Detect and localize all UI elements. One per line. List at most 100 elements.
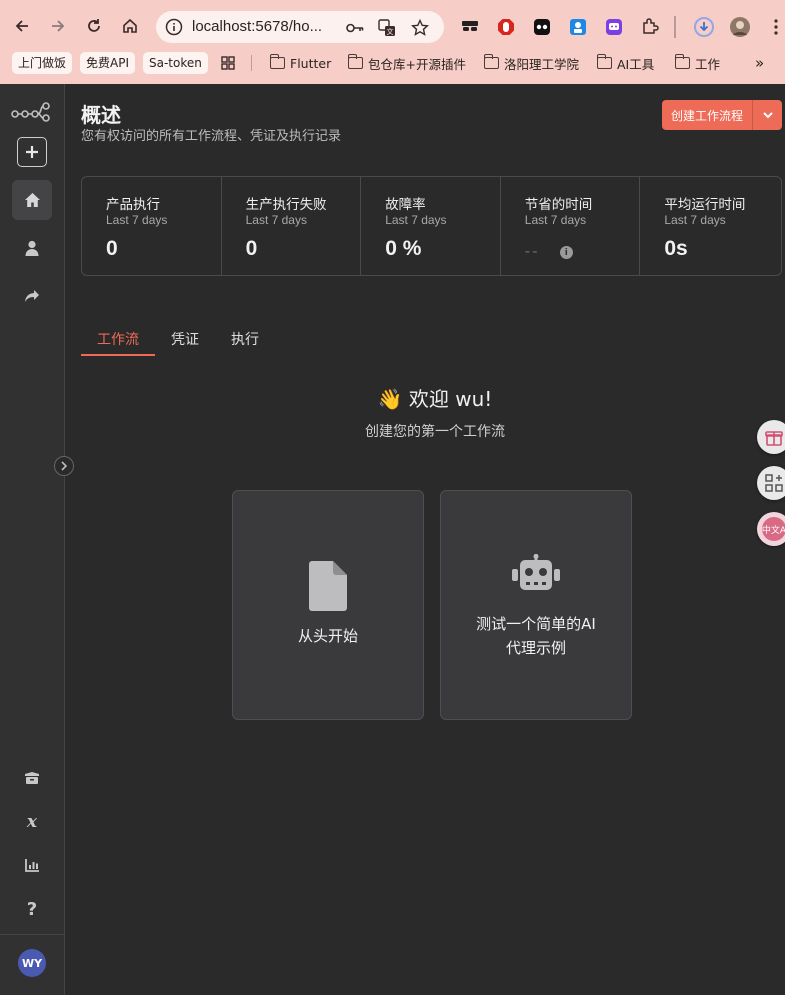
- tab-credentials[interactable]: 凭证: [171, 330, 199, 356]
- address-bar[interactable]: localhost:5678/ho... 文: [156, 11, 444, 43]
- info-icon[interactable]: i: [559, 246, 573, 259]
- svg-text:中文A: 中文A: [762, 524, 785, 536]
- bookmark-item[interactable]: Sa-token: [143, 52, 208, 74]
- sidebar-item-personal[interactable]: [12, 228, 52, 268]
- card-label-line: 代理示例: [505, 639, 566, 657]
- user-icon: [25, 240, 39, 256]
- stat-label: 平均运行时间: [664, 197, 746, 213]
- bookmarks-bar: 上门做饭 免费API Sa-token Flutter 包仓库+开源插件 洛阳理…: [0, 50, 785, 76]
- user-avatar[interactable]: WY: [18, 949, 46, 977]
- page-subtitle: 您有权访问的所有工作流程、凭证及执行记录: [81, 129, 342, 144]
- tab-workflows[interactable]: 工作流: [97, 330, 139, 356]
- stat-value: 0: [106, 237, 118, 260]
- app-sidebar: 𝒙 ? WY: [0, 84, 65, 995]
- gift-icon: [765, 431, 783, 446]
- stat-card[interactable]: 平均运行时间 Last 7 days 0s: [640, 177, 781, 275]
- bookmark-folder[interactable]: 包仓库+开源插件: [347, 52, 466, 74]
- variables-icon[interactable]: 𝒙: [12, 802, 52, 842]
- folder-icon: [596, 54, 612, 69]
- reload-icon[interactable]: [80, 12, 108, 40]
- page-title: 概述: [81, 103, 121, 127]
- stat-period: Last 7 days: [385, 213, 447, 227]
- stat-card[interactable]: 故障率 Last 7 days 0 %: [361, 177, 501, 275]
- forward-icon[interactable]: [44, 12, 72, 40]
- ai-agent-example-card[interactable]: 测试一个简单的AI 代理示例: [440, 490, 632, 720]
- bookmark-folder-label: Flutter: [290, 55, 332, 71]
- folder-icon: [483, 54, 499, 69]
- more-bookmarks-icon[interactable]: »: [755, 52, 764, 74]
- browser-menu-icon[interactable]: [765, 16, 785, 38]
- profile-avatar[interactable]: [729, 16, 751, 38]
- bookmark-item[interactable]: 上门做饭: [12, 52, 73, 74]
- stat-card[interactable]: 生产执行失败 Last 7 days 0: [222, 177, 362, 275]
- card-label-line: 测试一个简单的AI: [476, 615, 596, 633]
- bookmarks-divider: [251, 55, 252, 71]
- chat-extension-icon[interactable]: [603, 16, 625, 38]
- tab-executions[interactable]: 执行: [231, 330, 259, 356]
- download-icon[interactable]: [693, 16, 715, 38]
- sidebar-item-shared[interactable]: [12, 276, 52, 316]
- home-icon[interactable]: [116, 12, 144, 40]
- incognito-extension-icon[interactable]: [459, 16, 481, 38]
- bookmark-folder[interactable]: AI工具: [596, 52, 655, 74]
- apps-grid-icon[interactable]: [221, 52, 235, 74]
- chevron-down-icon: [762, 111, 773, 118]
- translate-floating-button[interactable]: 中文A: [757, 512, 785, 546]
- site-info-icon[interactable]: [164, 17, 184, 37]
- n8n-logo-icon[interactable]: [10, 100, 52, 122]
- folder-icon: [347, 54, 363, 69]
- url-text[interactable]: localhost:5678/ho...: [192, 18, 322, 35]
- sidebar-item-insights[interactable]: [12, 845, 52, 885]
- svg-text:文: 文: [387, 27, 394, 36]
- file-icon: [309, 561, 347, 611]
- bookmark-folder[interactable]: Flutter: [269, 52, 332, 74]
- stat-period: Last 7 days: [664, 213, 726, 227]
- chevron-right-icon: [61, 461, 68, 471]
- bookmark-folder[interactable]: 工作: [674, 52, 720, 74]
- sidebar-item-home[interactable]: [12, 180, 52, 220]
- stat-card[interactable]: 节省的时间 Last 7 days -- i: [501, 177, 641, 275]
- box-icon: [25, 772, 39, 784]
- stat-value: --: [524, 243, 540, 260]
- start-from-scratch-card[interactable]: 从头开始: [232, 490, 424, 720]
- bookmark-folder-label: 洛阳理工学院: [504, 56, 580, 72]
- bookmark-folder[interactable]: 洛阳理工学院: [483, 52, 580, 74]
- create-options-dropdown[interactable]: [753, 100, 782, 130]
- bookmark-item[interactable]: 免费API: [80, 52, 135, 74]
- add-button[interactable]: [17, 137, 47, 167]
- apps-floating-button[interactable]: [757, 466, 785, 500]
- gift-floating-button[interactable]: [757, 420, 785, 454]
- password-key-icon[interactable]: [344, 17, 366, 39]
- chart-icon: [24, 859, 39, 872]
- stat-value: 0: [245, 237, 258, 260]
- stat-label: 节省的时间: [524, 197, 593, 213]
- chinese-translate-icon: 中文A: [762, 517, 785, 541]
- tutor-extension-icon[interactable]: [567, 16, 589, 38]
- stat-card[interactable]: 产品执行 Last 7 days 0: [82, 177, 222, 275]
- extensions-puzzle-icon[interactable]: [639, 16, 661, 38]
- sidebar-collapse-button[interactable]: [54, 456, 74, 476]
- toolbar-divider: [674, 16, 676, 38]
- bookmark-star-icon[interactable]: [409, 17, 431, 39]
- adblock-extension-icon[interactable]: [495, 16, 517, 38]
- folder-icon: [674, 54, 690, 69]
- back-icon[interactable]: [8, 12, 36, 40]
- welcome-subtitle: 创建您的第一个工作流: [365, 424, 505, 440]
- active-tab-indicator: [81, 354, 155, 356]
- sidebar-item-templates[interactable]: [12, 758, 52, 798]
- browser-toolbar: localhost:5678/ho... 文: [0, 6, 785, 46]
- stat-value: 0s: [664, 237, 688, 260]
- mask-extension-icon[interactable]: [531, 16, 553, 38]
- robot-icon: [512, 554, 560, 590]
- stat-period: Last 7 days: [524, 213, 587, 227]
- create-workflow-button[interactable]: 创建工作流程: [662, 100, 752, 130]
- stat-value: 0 %: [385, 237, 422, 260]
- translate-icon[interactable]: 文: [376, 17, 398, 39]
- stat-period: Last 7 days: [245, 213, 307, 227]
- overview-tabs: 工作流 凭证 执行: [81, 330, 281, 358]
- create-workflow-split-button: 创建工作流程: [662, 100, 782, 130]
- bookmark-folder-label: AI工具: [617, 56, 655, 72]
- grid-plus-icon: [765, 474, 783, 492]
- home-icon: [24, 193, 40, 207]
- help-icon[interactable]: ?: [12, 889, 52, 929]
